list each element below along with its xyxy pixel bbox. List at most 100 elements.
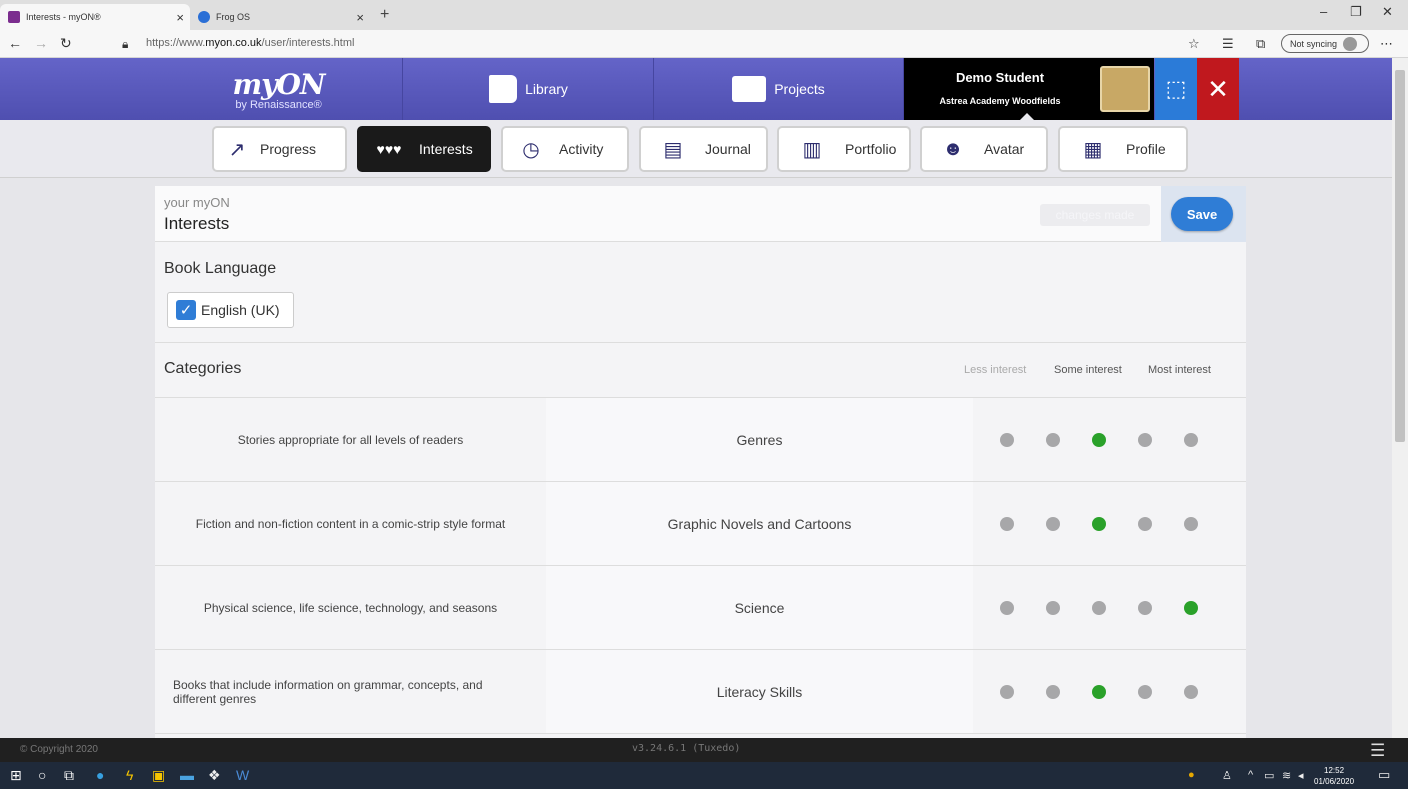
tab-journal[interactable]: ▤ Journal [639, 126, 768, 172]
more-menu-icon[interactable]: ⋯ [1380, 36, 1393, 52]
close-tab-icon[interactable]: × [176, 10, 184, 25]
language-label: English (UK) [201, 302, 280, 318]
footer: © Copyright 2020 v3.24.6.1 (Tuxedo) ☰ [0, 738, 1408, 762]
tab-avatar[interactable]: ☻ Avatar [920, 126, 1048, 172]
interest-level-4-radio[interactable] [1138, 600, 1152, 615]
portfolio-icon: ▥ [802, 138, 822, 161]
people-icon[interactable]: ♙ [1222, 769, 1232, 782]
lock-icon: 🔒︎ [122, 37, 129, 51]
interest-level-1-radio[interactable] [1000, 432, 1014, 447]
browser-tab-interests[interactable]: Interests - myON® × [0, 4, 190, 30]
scale-most-label: Most interest [1148, 364, 1211, 376]
url-prefix: https://www. [146, 37, 206, 49]
store-icon[interactable]: ▣ [152, 767, 165, 784]
interest-level-1-radio[interactable] [1000, 684, 1014, 699]
interest-level-3-radio[interactable] [1092, 516, 1106, 531]
tab-profile[interactable]: ▦ Profile [1058, 126, 1188, 172]
minimize-icon[interactable]: – [1320, 4, 1327, 19]
language-checkbox[interactable]: ✓ English (UK) [167, 292, 294, 328]
tab-activity[interactable]: ◷ Activity [501, 126, 629, 172]
nav-library[interactable]: Library [404, 58, 654, 120]
tab-label: Progress [260, 141, 317, 157]
forward-icon[interactable]: → [34, 35, 48, 51]
close-tab-icon[interactable]: × [356, 10, 364, 25]
interest-level-4-radio[interactable] [1138, 684, 1152, 699]
save-button[interactable]: Save [1171, 197, 1233, 231]
category-name: Literacy Skills [546, 650, 973, 733]
checkmark-icon: ✓ [176, 300, 196, 320]
switch-user-button[interactable]: ⬚ [1155, 58, 1197, 120]
interest-level-4-radio[interactable] [1138, 516, 1152, 531]
tab-label: Journal [705, 141, 751, 157]
interest-rating [973, 650, 1246, 733]
task-view-icon[interactable]: ⧉ [64, 767, 74, 784]
collections-icon[interactable]: ⧉ [1256, 36, 1265, 52]
profile-avatar-icon [1343, 36, 1358, 51]
interest-level-5-radio[interactable] [1184, 432, 1198, 447]
email-icon[interactable]: ▬ [180, 767, 194, 783]
nav-projects[interactable]: Projects [654, 58, 904, 120]
interest-level-5-radio[interactable] [1184, 516, 1198, 531]
address-bar: ← → ↻ 🔒︎ https://www.myon.co.uk/user/int… [0, 30, 1408, 58]
favorite-star-icon[interactable]: ☆ [1188, 36, 1200, 52]
clock-icon: ◷ [522, 138, 540, 161]
help-icon[interactable]: ● [1188, 769, 1195, 781]
wifi-icon[interactable]: ≋ [1282, 769, 1291, 782]
myon-logo[interactable]: myON by Renaissance® [155, 58, 403, 120]
tab-portfolio[interactable]: ▥ Portfolio [777, 126, 911, 172]
refresh-icon[interactable]: ↻ [60, 35, 72, 52]
restore-icon[interactable]: ❐ [1350, 4, 1362, 20]
interest-level-5-radio[interactable] [1184, 600, 1198, 615]
category-description: Fiction and non-fiction content in a com… [195, 516, 506, 531]
interest-level-4-radio[interactable] [1138, 432, 1152, 447]
close-window-icon[interactable]: ✕ [1382, 4, 1393, 20]
clock-date: 01/06/2020 [1314, 777, 1355, 786]
interest-level-1-radio[interactable] [1000, 600, 1014, 615]
scrollbar-thumb[interactable] [1395, 70, 1405, 442]
student-info[interactable]: Demo Student Astrea Academy Woodfields [904, 58, 1154, 120]
logo-text: myON [232, 67, 326, 101]
category-description: Physical science, life science, technolo… [203, 600, 498, 615]
changes-made-badge: changes made [1040, 204, 1150, 226]
profile-icon: ▦ [1083, 138, 1103, 161]
url-field[interactable]: https://www.myon.co.uk/user/interests.ht… [146, 37, 354, 49]
notifications-icon[interactable]: ▭ [1378, 767, 1390, 783]
version-text: v3.24.6.1 (Tuxedo) [632, 743, 741, 754]
interest-level-2-radio[interactable] [1046, 516, 1060, 531]
tab-interests[interactable]: ♥♥♥ Interests [357, 126, 491, 172]
dropbox-icon[interactable]: ❖ [208, 767, 221, 784]
tray-arrow-icon[interactable]: ^ [1248, 769, 1253, 781]
interest-level-2-radio[interactable] [1046, 600, 1060, 615]
interest-level-2-radio[interactable] [1046, 432, 1060, 447]
myon-favicon-icon [8, 11, 20, 23]
new-tab-icon[interactable]: + [380, 6, 389, 24]
sync-button[interactable]: Not syncing [1281, 34, 1369, 53]
volume-icon[interactable]: ◂ [1298, 769, 1304, 782]
windows-start-icon[interactable]: ⊞ [10, 767, 22, 784]
word-icon[interactable]: W [236, 767, 249, 783]
edge-browser-icon[interactable]: ● [96, 767, 104, 783]
search-icon[interactable]: ○ [38, 767, 46, 783]
tab-label: Avatar [984, 141, 1025, 157]
interest-level-2-radio[interactable] [1046, 684, 1060, 699]
interest-level-1-radio[interactable] [1000, 516, 1014, 531]
scrollbar[interactable] [1392, 58, 1408, 738]
interest-level-3-radio[interactable] [1092, 684, 1106, 699]
avatar[interactable] [1100, 66, 1150, 112]
taskbar-clock[interactable]: 12:52 01/06/2020 [1314, 765, 1354, 787]
interest-level-3-radio[interactable] [1092, 432, 1106, 447]
lightning-icon[interactable]: ϟ [126, 767, 133, 783]
tab-progress[interactable]: ↗ Progress [212, 126, 347, 172]
hamburger-menu-icon[interactable]: ☰ [1370, 741, 1385, 761]
favorites-list-icon[interactable]: ☰ [1222, 36, 1234, 52]
browser-tab-frog[interactable]: Frog OS × [190, 4, 370, 30]
interest-rating [973, 398, 1246, 481]
categories-heading: Categories [164, 360, 242, 377]
exit-button[interactable]: ✕ [1197, 58, 1239, 120]
interest-level-5-radio[interactable] [1184, 684, 1198, 699]
interest-level-3-radio[interactable] [1092, 600, 1106, 615]
network-icon[interactable]: ▭ [1264, 769, 1274, 782]
panel-subtitle: your myON [164, 195, 230, 210]
back-icon[interactable]: ← [8, 35, 22, 51]
sync-label: Not syncing [1290, 38, 1338, 49]
